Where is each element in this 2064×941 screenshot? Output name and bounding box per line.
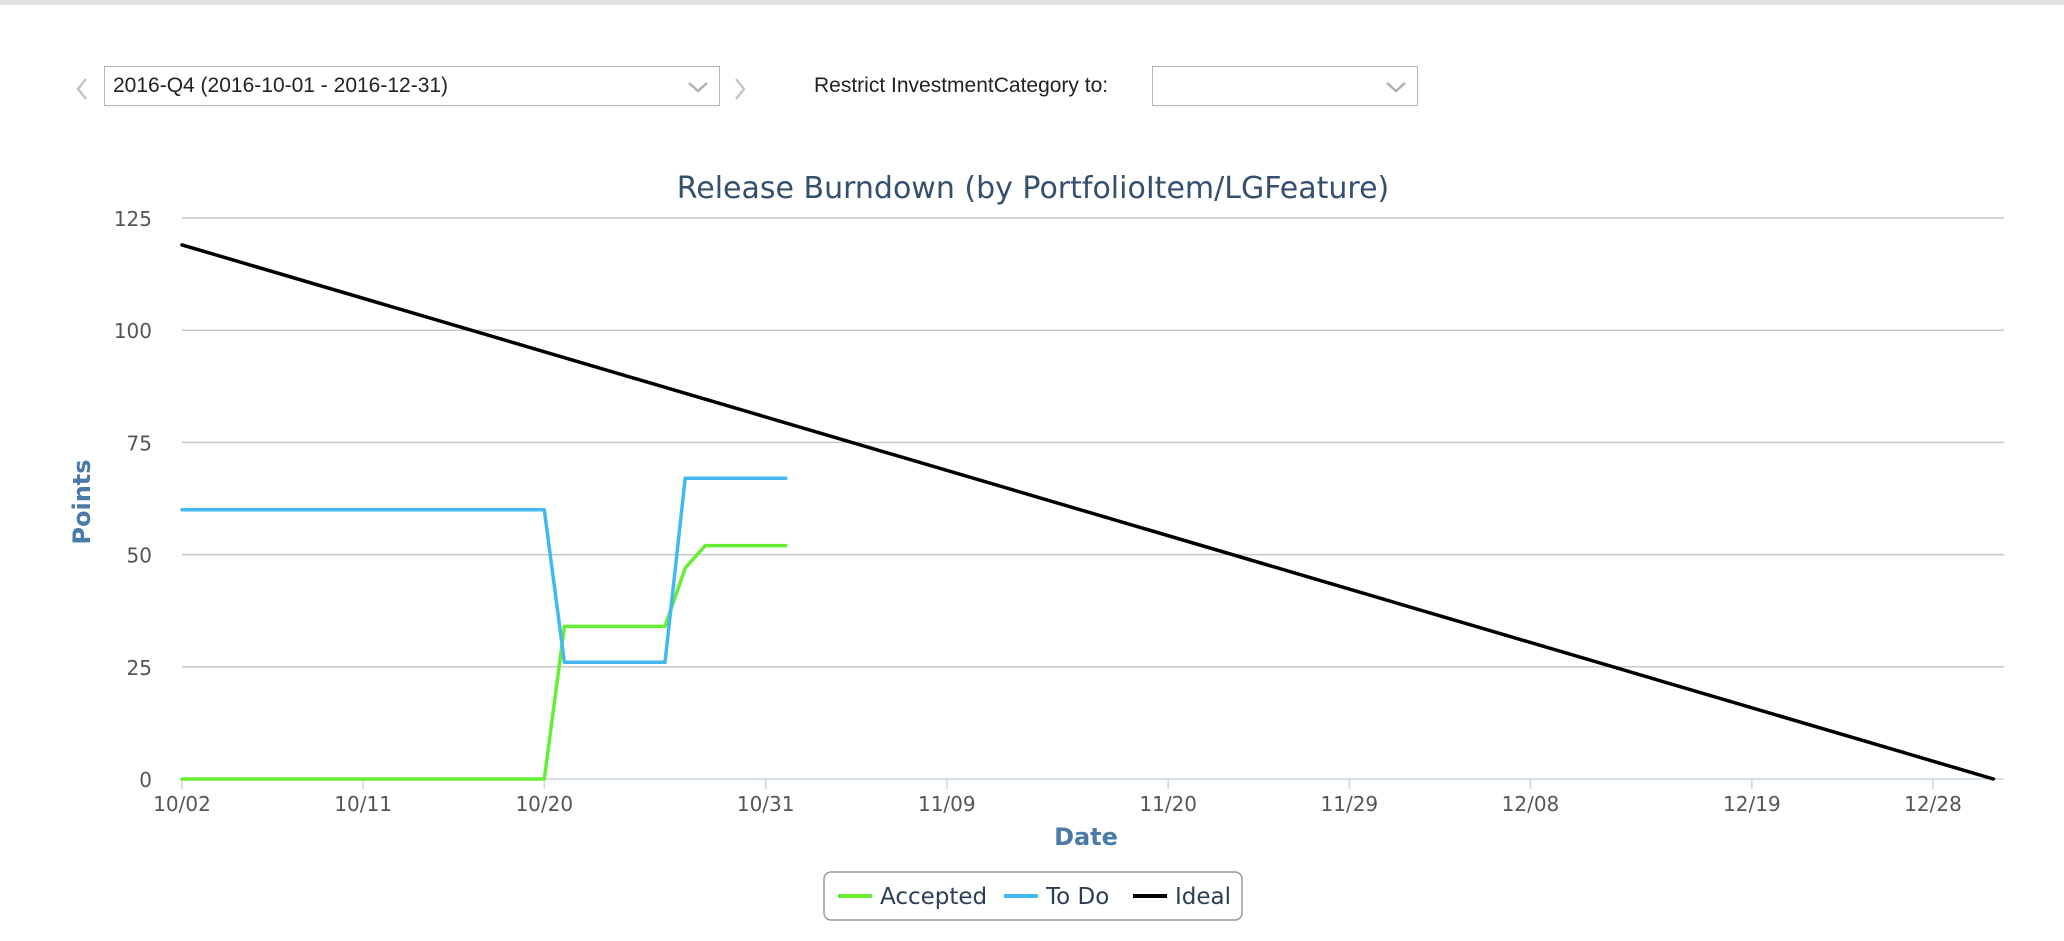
x-tick-label: 12/08 bbox=[1502, 792, 1560, 816]
restrict-category-label: Restrict InvestmentCategory to: bbox=[814, 74, 1109, 97]
x-tick-label: 10/20 bbox=[515, 792, 573, 816]
x-tick-label: 11/29 bbox=[1321, 792, 1379, 816]
chevron-right-icon bbox=[735, 78, 746, 100]
series-line-accepted[interactable] bbox=[180, 543, 788, 781]
legend-label: To Do bbox=[1045, 884, 1109, 910]
chart-legend: Accepted To Do Ideal bbox=[823, 871, 1243, 921]
chevron-left-icon bbox=[76, 78, 87, 100]
y-tick-label: 100 bbox=[114, 319, 152, 343]
release-select[interactable]: 2016-Q4 (2016-10-01 - 2016-12-31) bbox=[104, 66, 720, 106]
x-tick-label: 12/28 bbox=[1904, 792, 1962, 816]
grid-lines bbox=[182, 217, 2004, 780]
y-axis-ticks: 0 25 50 75 100 125 bbox=[114, 207, 152, 792]
top-border bbox=[0, 0, 2064, 5]
x-axis-label: Date bbox=[1054, 823, 1118, 851]
previous-release-button[interactable] bbox=[70, 74, 94, 104]
burndown-chart: Release Burndown (by PortfolioItem/LGFea… bbox=[0, 140, 2064, 936]
x-tick-label: 11/20 bbox=[1139, 792, 1197, 816]
chevron-down-icon bbox=[1386, 82, 1406, 93]
series-line-to-do[interactable] bbox=[180, 476, 788, 665]
chart-controls: 2016-Q4 (2016-10-01 - 2016-12-31) Restri… bbox=[0, 62, 2064, 122]
y-tick-label: 75 bbox=[127, 431, 152, 455]
series-lines bbox=[180, 243, 1996, 781]
y-tick-label: 125 bbox=[114, 207, 152, 231]
x-tick-label: 10/31 bbox=[737, 792, 795, 816]
chevron-down-icon bbox=[688, 82, 708, 93]
series-line-ideal[interactable] bbox=[180, 243, 1996, 781]
chart-title: Release Burndown (by PortfolioItem/LGFea… bbox=[677, 171, 1390, 206]
x-tick-label: 10/11 bbox=[334, 792, 392, 816]
chart-svg: Release Burndown (by PortfolioItem/LGFea… bbox=[68, 171, 2004, 921]
x-tick-label: 11/09 bbox=[918, 792, 976, 816]
y-tick-label: 25 bbox=[127, 656, 152, 680]
x-tick-label: 10/02 bbox=[153, 792, 211, 816]
y-axis-label: Points bbox=[68, 459, 96, 544]
next-release-button[interactable] bbox=[728, 74, 752, 104]
legend-label: Ideal bbox=[1175, 884, 1231, 910]
x-axis-ticks: 10/02 10/11 10/20 10/31 11/09 11/20 11/29 12/08… bbox=[153, 779, 1962, 816]
legend-label: Accepted bbox=[880, 884, 987, 910]
x-tick-label: 12/19 bbox=[1723, 792, 1781, 816]
investment-category-select[interactable] bbox=[1152, 66, 1418, 106]
release-select-value: 2016-Q4 (2016-10-01 - 2016-12-31) bbox=[113, 74, 449, 97]
y-tick-label: 50 bbox=[127, 544, 152, 568]
y-tick-label: 0 bbox=[139, 768, 152, 792]
